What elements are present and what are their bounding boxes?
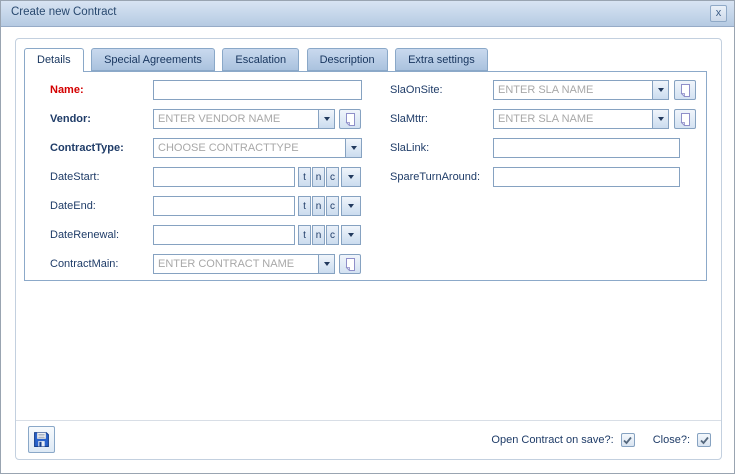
slaonsite-label: SlaOnSite:	[390, 84, 443, 96]
slamttr-dropdown-trigger[interactable]	[652, 109, 669, 129]
save-floppy-icon	[34, 432, 49, 447]
new-document-icon	[345, 112, 355, 126]
datestart-today-button[interactable]: t	[298, 167, 311, 187]
daterenewal-input[interactable]	[153, 225, 295, 245]
open-contract-on-save-checkbox[interactable]	[620, 433, 635, 447]
details-tab-content: Name: Vendor: ContractType: DateS	[24, 71, 707, 281]
dialog-panel: Details Special Agreements Escalation De…	[15, 38, 722, 460]
spareturnaround-label: SpareTurnAround:	[390, 171, 481, 183]
datestart-dropdown-trigger[interactable]	[341, 167, 361, 187]
contractmain-label: ContractMain:	[50, 258, 119, 270]
datestart-label: DateStart:	[50, 171, 100, 183]
spareturnaround-input[interactable]	[493, 167, 680, 187]
vendor-combo	[153, 109, 335, 129]
name-input[interactable]	[153, 80, 362, 100]
create-contract-window: Create new Contract x Details Special Ag…	[0, 0, 735, 474]
contractmain-combo	[153, 254, 335, 274]
tab-special-agreements-label: Special Agreements	[104, 54, 202, 66]
slamttr-combo	[493, 109, 669, 129]
tab-escalation-label: Escalation	[235, 54, 287, 66]
dateend-today-button[interactable]: t	[298, 196, 311, 216]
caret-down-icon	[323, 117, 330, 121]
daterenewal-now-button[interactable]: n	[312, 225, 325, 245]
vendor-input[interactable]	[153, 109, 318, 129]
new-document-icon	[680, 83, 690, 97]
name-label: Name:	[50, 84, 84, 96]
slalink-input[interactable]	[493, 138, 680, 158]
check-mark-icon	[623, 436, 632, 444]
slamttr-input[interactable]	[493, 109, 652, 129]
window-title: Create new Contract	[11, 6, 117, 18]
contractmain-input[interactable]	[153, 254, 318, 274]
caret-down-icon	[657, 117, 664, 121]
contracttype-input[interactable]	[153, 138, 345, 158]
contracttype-label: ContractType:	[50, 142, 124, 154]
save-button[interactable]	[28, 426, 55, 453]
slamttr-new-button[interactable]	[674, 109, 696, 129]
tab-escalation[interactable]: Escalation	[222, 48, 300, 71]
daterenewal-clear-button[interactable]: c	[326, 225, 339, 245]
daterenewal-today-button[interactable]: t	[298, 225, 311, 245]
contracttype-dropdown-trigger[interactable]	[345, 138, 362, 158]
vendor-label: Vendor:	[50, 113, 91, 125]
check-mark-icon	[699, 436, 709, 444]
contractmain-new-button[interactable]	[339, 254, 361, 274]
dateend-now-button[interactable]: n	[312, 196, 325, 216]
close-checkbox[interactable]	[697, 433, 711, 447]
new-document-icon	[345, 257, 355, 271]
slaonsite-dropdown-trigger[interactable]	[652, 80, 669, 100]
vendor-dropdown-trigger[interactable]	[318, 109, 335, 129]
slaonsite-new-button[interactable]	[674, 80, 696, 100]
close-icon: x	[715, 7, 722, 19]
datestart-now-button[interactable]: n	[312, 167, 325, 187]
dateend-dropdown-trigger[interactable]	[341, 196, 361, 216]
slalink-label: SlaLink:	[390, 142, 430, 154]
new-document-icon	[680, 112, 690, 126]
caret-down-icon	[348, 204, 354, 208]
contracttype-combo	[153, 138, 362, 158]
tab-strip: Details Special Agreements Escalation De…	[24, 48, 491, 72]
tab-description[interactable]: Description	[306, 48, 388, 71]
vendor-new-button[interactable]	[339, 109, 361, 129]
slamttr-label: SlaMttr:	[390, 113, 428, 125]
close-button[interactable]: x	[710, 5, 727, 22]
daterenewal-dropdown-trigger[interactable]	[341, 225, 361, 245]
caret-down-icon	[348, 233, 354, 237]
daterenewal-label: DateRenewal:	[50, 229, 120, 241]
tab-details-label: Details	[37, 54, 71, 66]
caret-down-icon	[323, 262, 330, 266]
tab-special-agreements[interactable]: Special Agreements	[91, 48, 215, 71]
tab-description-label: Description	[319, 54, 375, 66]
slaonsite-input[interactable]	[493, 80, 652, 100]
caret-down-icon	[348, 175, 354, 179]
dateend-input[interactable]	[153, 196, 295, 216]
slaonsite-combo	[493, 80, 669, 100]
datestart-clear-button[interactable]: c	[326, 167, 339, 187]
caret-down-icon	[350, 146, 357, 150]
open-contract-on-save-label: Open Contract on save?:	[491, 434, 614, 446]
dateend-label: DateEnd:	[50, 200, 96, 212]
tab-details[interactable]: Details	[24, 48, 84, 72]
tab-extra-settings[interactable]: Extra settings	[395, 48, 488, 71]
bottom-toolbar: Open Contract on save?: Close?:	[16, 420, 721, 459]
close-question-label: Close?:	[652, 434, 690, 446]
tab-extra-settings-label: Extra settings	[408, 54, 475, 66]
contractmain-dropdown-trigger[interactable]	[318, 254, 335, 274]
caret-down-icon	[657, 88, 664, 92]
datestart-input[interactable]	[153, 167, 295, 187]
dateend-clear-button[interactable]: c	[326, 196, 339, 216]
footer-options: Open Contract on save?: Close?:	[491, 421, 711, 459]
window-titlebar[interactable]: Create new Contract x	[1, 1, 734, 27]
